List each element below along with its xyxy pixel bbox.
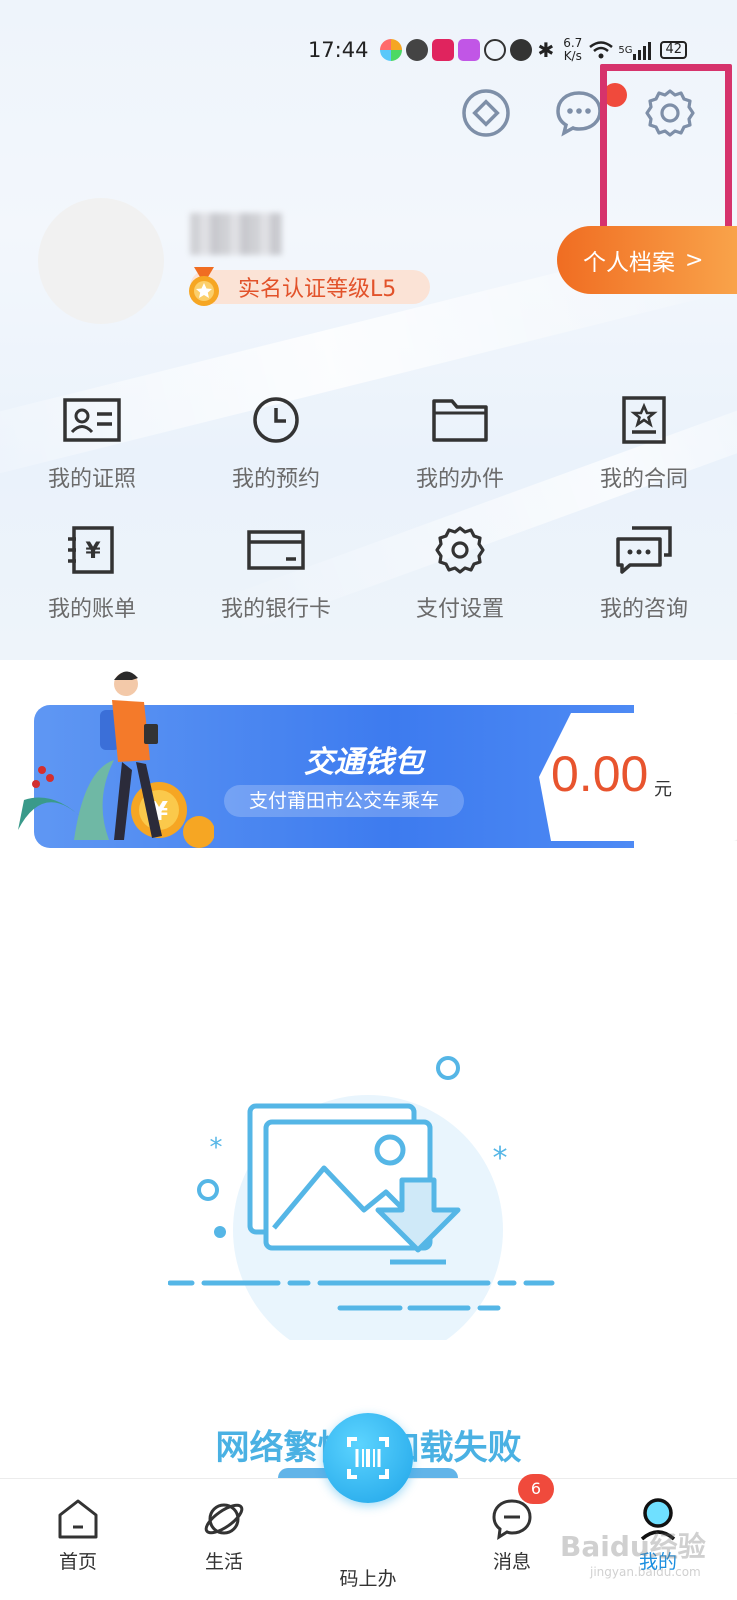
verification-level-badge: 实名认证等级L5 — [189, 267, 430, 306]
grid-item-label: 支付设置 — [415, 597, 504, 622]
contract-icon — [622, 396, 666, 444]
user-name-blurred — [190, 213, 282, 255]
network-speed: 6.7 K/s — [563, 37, 582, 63]
home-icon — [58, 1499, 98, 1539]
grid-item-label: 我的咨询 — [599, 597, 688, 622]
status-time: 17:44 — [307, 38, 369, 62]
nav-scan-label: 码上办 — [339, 1568, 397, 1590]
nav-home-label: 首页 — [58, 1551, 97, 1573]
grid-item-payment-settings[interactable]: 支付设置 — [368, 525, 552, 623]
watermark-text: Baidu经验 — [560, 1530, 706, 1563]
wallet-title: 交通钱包 — [304, 745, 424, 780]
wallet-subtitle: 支付莆田市公交车乘车 — [224, 785, 464, 817]
grid-item-label: 我的银行卡 — [220, 597, 331, 622]
app-notification-icon — [432, 39, 455, 61]
message-notification-icon — [406, 39, 429, 61]
wallet-balance-unit: 元 — [654, 779, 672, 800]
bill-icon: ¥ — [68, 526, 114, 574]
scan-code-button[interactable] — [323, 1413, 413, 1503]
alarm-icon — [510, 39, 533, 61]
id-card-icon — [63, 398, 121, 442]
network-speed-value: 6.7 — [563, 36, 583, 50]
wallet-balance: 0.00 — [551, 746, 649, 802]
grid-item-label: 我的合同 — [599, 467, 688, 492]
nav-home[interactable]: 首页 — [18, 1479, 138, 1574]
nav-life[interactable]: 生活 — [164, 1479, 284, 1574]
nav-messages-label: 消息 — [492, 1551, 531, 1573]
app-notification-icon — [458, 39, 481, 61]
grid-item-label: 我的证照 — [47, 467, 136, 492]
watermark-url: jingyan.baidu.com — [590, 1565, 701, 1579]
nfc-icon — [484, 39, 507, 61]
chat-icon — [616, 526, 672, 574]
bluetooth-icon: ✱ — [537, 38, 555, 62]
message-bubble-icon — [492, 1499, 532, 1540]
bank-card-icon — [247, 530, 305, 570]
planet-icon — [204, 1503, 244, 1535]
folder-icon — [432, 399, 488, 442]
medal-icon — [189, 267, 219, 306]
wallet-illustration: ¥ — [18, 671, 214, 848]
grid-item-bank-cards[interactable]: 我的银行卡 — [184, 525, 368, 623]
verification-level-label: 实名认证等级L5 — [238, 277, 397, 302]
grid-item-bills[interactable]: ¥ 我的账单 — [0, 525, 184, 623]
avatar[interactable] — [38, 198, 164, 324]
diamond-icon[interactable] — [460, 87, 512, 139]
chevron-right-icon: > — [685, 247, 704, 273]
grid-item-label: 我的办件 — [415, 467, 504, 492]
settings-highlight-box — [600, 64, 732, 244]
svg-text:*: * — [493, 1141, 508, 1176]
network-speed-unit: K/s — [563, 49, 582, 63]
wifi-icon — [589, 41, 614, 59]
clock-icon — [253, 397, 299, 443]
grid-item-consultations[interactable]: 我的咨询 — [552, 525, 736, 623]
nav-messages[interactable]: 消息 — [452, 1479, 572, 1574]
messages-count-badge: 6 — [518, 1474, 554, 1504]
grid-item-contracts[interactable]: 我的合同 — [552, 395, 736, 493]
app-notification-icon — [380, 39, 403, 61]
load-failed-illustration: * * — [168, 1056, 555, 1340]
grid-item-label: 我的账单 — [47, 597, 136, 622]
svg-text:*: * — [210, 1133, 223, 1163]
personal-archive-label: 个人档案 — [583, 250, 675, 276]
gear-icon — [435, 526, 485, 574]
signal-icon — [633, 42, 652, 60]
watermark: Baidu经验 jingyan.baidu.com — [560, 1525, 706, 1579]
nav-life-label: 生活 — [204, 1551, 243, 1573]
message-bubble-icon[interactable] — [553, 87, 605, 139]
personal-archive-button[interactable]: 个人档案 > — [557, 226, 737, 294]
battery-indicator: 42 — [660, 41, 687, 59]
grid-item-label: 我的预约 — [231, 467, 320, 492]
svg-text:¥: ¥ — [85, 539, 101, 564]
network-type: 5G — [618, 44, 633, 56]
grid-item-cases[interactable]: 我的办件 — [368, 395, 552, 493]
grid-item-appointments[interactable]: 我的预约 — [184, 395, 368, 493]
grid-item-certificates[interactable]: 我的证照 — [0, 395, 184, 493]
barcode-scan-icon — [347, 1437, 389, 1479]
